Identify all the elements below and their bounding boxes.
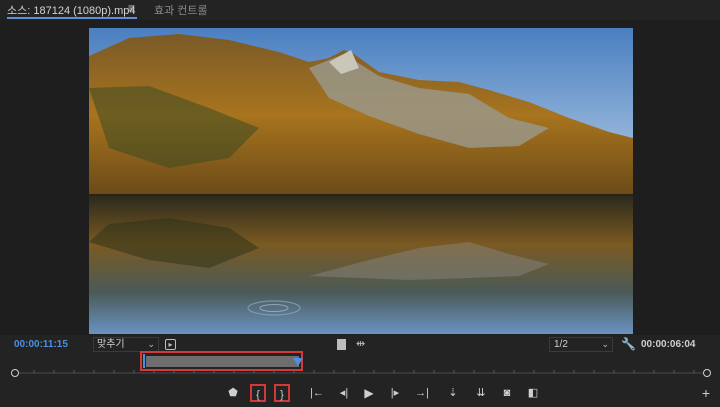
zoom-fit-value: 맞추기 (97, 339, 125, 350)
transport-controls: ⬟ { } |← ◂| ▶ |▸ →| ⇣ ⇊ ◙ ◧ + (0, 383, 720, 403)
active-tab-indicator (7, 17, 137, 19)
time-ruler[interactable] (11, 368, 711, 378)
overwrite-button[interactable]: ⇊ (473, 384, 489, 402)
mark-in-button[interactable]: { (250, 384, 266, 402)
step-forward-button[interactable]: |▸ (388, 384, 402, 402)
drag-video-only-icon[interactable] (337, 339, 346, 350)
mark-out-button[interactable]: } (274, 384, 290, 402)
settings-toggle-icon[interactable]: ▸ (165, 339, 176, 350)
camera-icon[interactable]: ◙ (499, 384, 515, 402)
playhead-marker[interactable] (293, 358, 303, 366)
comparison-view-button[interactable]: ◧ (525, 384, 541, 402)
go-to-in-button[interactable]: |← (310, 384, 324, 402)
ruler-ticks (14, 370, 708, 374)
current-timecode[interactable]: 00:00:11:15 (14, 339, 68, 350)
chevron-down-icon: ⌄ (147, 339, 155, 349)
go-to-out-button[interactable]: →| (415, 384, 429, 402)
tab-source-monitor[interactable]: 소스: 187124 (1080p).mp4 (7, 2, 135, 18)
ruler-end-handle[interactable] (703, 369, 711, 377)
video-frame (89, 28, 633, 334)
playback-resolution-value: 1/2 (554, 339, 568, 350)
source-monitor-viewport (0, 20, 720, 335)
duration-timecode: 00:00:06:04 (641, 339, 696, 350)
chevron-down-icon: ⌄ (601, 339, 609, 349)
panel-menu-icon[interactable]: ≡ (128, 1, 135, 15)
drag-audio-only-icon[interactable]: ⇹ (356, 337, 365, 350)
insert-button[interactable]: ⇣ (445, 384, 461, 402)
lake-mountain-image (89, 28, 633, 334)
playback-resolution-select[interactable]: 1/2 ⌄ (549, 337, 613, 352)
play-button[interactable]: ▶ (362, 384, 376, 402)
button-editor-add-icon[interactable]: + (699, 384, 713, 402)
panel-tab-bar: 소스: 187124 (1080p).mp4 ≡ 효과 컨트롤 (0, 0, 720, 20)
in-point-marker[interactable] (143, 354, 145, 368)
ruler-start-handle[interactable] (11, 369, 19, 377)
zoom-fit-select[interactable]: 맞추기 ⌄ (93, 337, 159, 352)
monitor-info-row: 00:00:11:15 맞추기 ⌄ ▸ ⇹ 1/2 ⌄ 🔧 00:00:06:0… (0, 335, 720, 355)
tab-effect-controls[interactable]: 효과 컨트롤 (154, 2, 208, 18)
wrench-icon[interactable]: 🔧 (621, 337, 636, 351)
in-out-range-bar[interactable] (146, 356, 299, 367)
add-marker-button[interactable]: ⬟ (227, 384, 239, 402)
step-back-button[interactable]: ◂| (337, 384, 351, 402)
